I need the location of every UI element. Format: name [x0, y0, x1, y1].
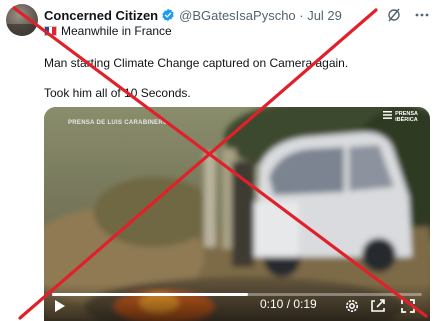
more-dots-icon[interactable]	[414, 8, 430, 22]
time-display: 0:10 / 0:19	[260, 297, 317, 311]
watermark-right-line2: IBÉRICA	[395, 117, 418, 123]
watermark-left: PRENSA DE LUIS CARABINERO	[68, 120, 168, 126]
flag-france-icon	[44, 26, 57, 36]
handle-and-date[interactable]: @BGatesIsaPyscho · Jul 29	[179, 8, 342, 23]
avatar[interactable]	[6, 4, 38, 36]
captions-icon[interactable]	[370, 298, 386, 314]
location-text: Meanwhile in France	[61, 24, 172, 38]
video-player[interactable]: PRENSA DE LUIS CARABINERO PRENSA IBÉRICA…	[44, 107, 430, 321]
grok-icon[interactable]	[386, 8, 402, 22]
tweet-text-line-2: Took him all of 10 Seconds.	[44, 86, 191, 100]
watermark-right: PRENSA IBÉRICA	[383, 111, 418, 123]
play-icon[interactable]	[54, 299, 66, 313]
fullscreen-icon[interactable]	[400, 298, 416, 314]
progress-bar[interactable]	[52, 293, 422, 296]
settings-icon[interactable]	[344, 298, 360, 314]
verified-badge-icon	[162, 8, 174, 22]
tweet-text-line-1: Man starting Climate Change captured on …	[44, 56, 349, 70]
author-name[interactable]: Concerned Citizen	[44, 8, 158, 23]
location-line: Meanwhile in France	[44, 24, 172, 38]
brand-logo-icon	[383, 111, 393, 119]
tweet-card[interactable]: Concerned Citizen @BGatesIsaPyscho · Jul…	[0, 0, 438, 321]
video-controls: 0:10 / 0:19	[44, 283, 430, 321]
progress-fill	[52, 293, 249, 296]
tweet-header: Concerned Citizen @BGatesIsaPyscho · Jul…	[44, 6, 342, 24]
